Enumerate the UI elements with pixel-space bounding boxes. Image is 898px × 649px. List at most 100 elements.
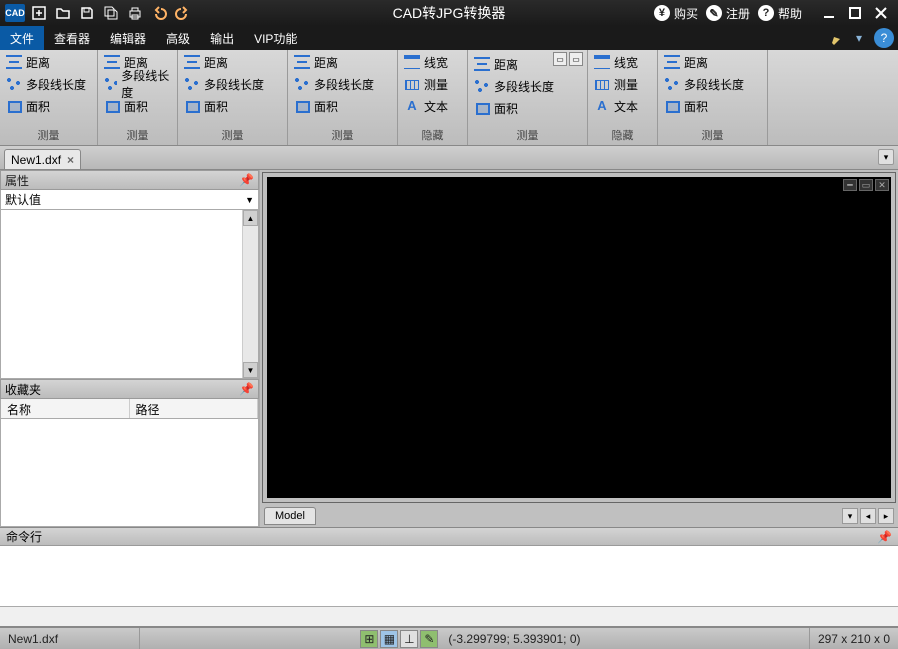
ribbon-group-measure-3: 距离 多段线长度 面积 测量 [178, 50, 288, 145]
ribbon-group-hide-1: 线宽 测量 A文本 隐藏 [398, 50, 468, 145]
properties-selector[interactable]: 默认值 ▼ [0, 190, 259, 210]
area-button[interactable]: 面积 [472, 98, 583, 118]
viewport-close[interactable]: ✕ [875, 179, 889, 191]
polyline-length-button[interactable]: 多段线长度 [102, 74, 173, 94]
ribbon-group-measure-5: ▭▭ 距离 多段线长度 面积 测量 [468, 50, 588, 145]
polyline-icon [184, 77, 200, 91]
menu-vip[interactable]: VIP功能 [244, 26, 307, 50]
distance-icon [294, 55, 310, 69]
status-bar: New1.dxf ⊞ ▦ ⊥ ✎ (-3.299799; 5.393901; 0… [0, 627, 898, 649]
command-input[interactable] [0, 607, 898, 627]
status-ortho-icon[interactable]: ⊥ [400, 630, 418, 648]
new-button[interactable] [28, 2, 50, 24]
text-button[interactable]: A文本 [592, 96, 653, 116]
model-tab-bar: Model ▾ ◂ ▸ [260, 505, 898, 527]
layout-next[interactable]: ▸ [878, 508, 894, 524]
properties-panel-header: 属性 📌 [0, 170, 259, 190]
close-button[interactable] [870, 2, 892, 24]
buy-button[interactable]: ¥购买 [654, 5, 698, 22]
layout-prev[interactable]: ◂ [860, 508, 876, 524]
menu-editor[interactable]: 编辑器 [100, 26, 156, 50]
minimize-button[interactable] [818, 2, 840, 24]
favorites-panel: 收藏夹 📌 名称 路径 [0, 379, 259, 527]
scrollbar[interactable]: ▲ ▼ [242, 210, 258, 378]
pin-icon[interactable]: 📌 [239, 382, 254, 396]
distance-button[interactable]: 距离 [662, 52, 763, 72]
menu-edit-icon[interactable] [826, 26, 848, 50]
polyline-length-button[interactable]: 多段线长度 [182, 74, 283, 94]
undo-button[interactable] [148, 2, 170, 24]
text-button[interactable]: A文本 [402, 96, 463, 116]
viewport-maximize[interactable]: ▭ [859, 179, 873, 191]
scroll-down[interactable]: ▼ [243, 362, 258, 378]
linewidth-button[interactable]: 线宽 [592, 52, 653, 72]
distance-button[interactable]: 距离 [292, 52, 393, 72]
quick-access-toolbar: CAD [0, 2, 194, 24]
polyline-length-button[interactable]: 多段线长度 [472, 76, 583, 96]
menu-file[interactable]: 文件 [0, 26, 44, 50]
polyline-length-button[interactable]: 多段线长度 [662, 74, 763, 94]
measure-button[interactable]: 测量 [592, 74, 653, 94]
area-button[interactable]: 面积 [102, 96, 173, 116]
area-button[interactable]: 面积 [182, 96, 283, 116]
app-icon[interactable]: CAD [4, 2, 26, 24]
pin-icon[interactable]: 📌 [239, 173, 254, 187]
linewidth-button[interactable]: 线宽 [402, 52, 463, 72]
ribbon-group-hide-2: 线宽 测量 A文本 隐藏 [588, 50, 658, 145]
menu-expand-icon[interactable]: ▾ [848, 26, 870, 50]
area-icon [294, 99, 310, 113]
favorites-body [0, 419, 259, 527]
tabs-dropdown[interactable]: ▾ [878, 149, 894, 165]
maximize-button[interactable] [844, 2, 866, 24]
pin-icon[interactable]: 📌 [877, 530, 892, 544]
distance-button[interactable]: 距离 [472, 54, 583, 74]
column-name[interactable]: 名称 [1, 399, 130, 418]
command-header: 命令行 📌 [0, 528, 898, 546]
polyline-length-button[interactable]: 多段线长度 [292, 74, 393, 94]
save-all-button[interactable] [100, 2, 122, 24]
menu-output[interactable]: 输出 [200, 26, 244, 50]
area-button[interactable]: 面积 [662, 96, 763, 116]
help-button[interactable]: ?帮助 [758, 5, 802, 22]
document-tabs: New1.dxf × ▾ [0, 146, 898, 170]
open-button[interactable] [52, 2, 74, 24]
polyline-icon [474, 79, 490, 93]
polyline-icon [294, 77, 310, 91]
menu-advanced[interactable]: 高级 [156, 26, 200, 50]
status-grid-icon[interactable]: ▦ [380, 630, 398, 648]
register-button[interactable]: ✎注册 [706, 5, 750, 22]
measure-button[interactable]: 测量 [402, 74, 463, 94]
status-file: New1.dxf [0, 628, 140, 649]
menu-viewer[interactable]: 查看器 [44, 26, 100, 50]
viewport: ━ ▭ ✕ Model ▾ ◂ ▸ [260, 170, 898, 527]
menu-help-icon[interactable]: ? [874, 28, 894, 48]
polyline-length-button[interactable]: 多段线长度 [4, 74, 93, 94]
measure-icon [404, 77, 420, 91]
ribbon-group-measure-6: 距离 多段线长度 面积 测量 [658, 50, 768, 145]
redo-button[interactable] [172, 2, 194, 24]
print-button[interactable] [124, 2, 146, 24]
distance-button[interactable]: 距离 [182, 52, 283, 72]
linewidth-icon [404, 55, 420, 69]
text-icon: A [404, 99, 420, 113]
viewport-minimize[interactable]: ━ [843, 179, 857, 191]
status-polar-icon[interactable]: ✎ [420, 630, 438, 648]
distance-button[interactable]: 距离 [4, 52, 93, 72]
layout-dropdown[interactable]: ▾ [842, 508, 858, 524]
text-icon: A [594, 99, 610, 113]
save-button[interactable] [76, 2, 98, 24]
tab-close-icon[interactable]: × [67, 153, 74, 167]
column-path[interactable]: 路径 [130, 399, 259, 418]
polyline-icon [6, 77, 22, 91]
left-panel: 属性 📌 默认值 ▼ ▲ ▼ 收藏夹 📌 名称 路径 [0, 170, 260, 527]
status-snap-icon[interactable]: ⊞ [360, 630, 378, 648]
drawing-canvas[interactable]: ━ ▭ ✕ [267, 177, 891, 498]
area-button[interactable]: 面积 [4, 96, 93, 116]
status-coordinates: (-3.299799; 5.393901; 0) [440, 632, 588, 646]
document-tab[interactable]: New1.dxf × [4, 149, 81, 169]
scroll-up[interactable]: ▲ [243, 210, 258, 226]
command-history[interactable] [0, 546, 898, 607]
area-button[interactable]: 面积 [292, 96, 393, 116]
status-dimensions: 297 x 210 x 0 [809, 628, 898, 649]
model-tab[interactable]: Model [264, 507, 316, 525]
